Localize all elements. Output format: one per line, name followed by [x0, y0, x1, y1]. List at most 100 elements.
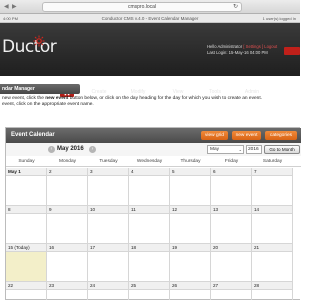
day-cell[interactable] — [252, 176, 293, 206]
current-month: May 2016 — [57, 146, 84, 152]
event-calendar-panel: Event Calendar view grid new event categ… — [5, 127, 301, 300]
day-heading[interactable]: 17 — [88, 244, 129, 252]
day-cell[interactable] — [252, 214, 293, 244]
day-cell[interactable] — [129, 252, 170, 282]
week-2-header: 8 9 10 11 12 13 14 — [6, 206, 301, 214]
day-number: 2 — [49, 169, 52, 174]
day-cell[interactable] — [88, 290, 129, 300]
day-heading[interactable]: 18 — [129, 244, 170, 252]
day-heading[interactable]: 24 — [88, 282, 129, 290]
day-heading[interactable]: 3 — [88, 168, 129, 176]
month-select[interactable]: May ⌄ — [207, 145, 244, 154]
day-heading[interactable]: 13 — [211, 206, 252, 214]
day-cell[interactable] — [211, 214, 252, 244]
day-cell[interactable] — [129, 176, 170, 206]
weekday-label: Tuesday — [99, 159, 118, 164]
day-number: 28 — [254, 283, 260, 288]
forward-icon[interactable]: ▶ — [12, 3, 17, 10]
go-to-month-button[interactable]: Go to Month — [264, 145, 300, 154]
app-header: Ductor Hello Administrator [ Settings ] … — [0, 23, 300, 97]
day-heading[interactable]: 11 — [129, 206, 170, 214]
weekday-header: Sunday Monday Tuesday Wednesday Thursday… — [6, 157, 301, 167]
day-heading[interactable]: 28 — [252, 282, 293, 290]
day-cell-today[interactable] — [6, 252, 47, 282]
settings-link[interactable]: [ Settings ] — [243, 44, 263, 49]
categories-button[interactable]: categories — [265, 131, 297, 140]
day-heading-today[interactable]: 15 (Today) — [6, 244, 47, 252]
next-month-icon[interactable]: › — [89, 146, 96, 153]
day-cell[interactable] — [129, 214, 170, 244]
day-cell[interactable] — [47, 176, 88, 206]
day-number: 22 — [8, 283, 14, 288]
page-title: ndar Manager — [0, 84, 80, 94]
day-cell[interactable] — [252, 252, 293, 282]
day-cell[interactable] — [211, 290, 252, 300]
day-cell[interactable] — [211, 252, 252, 282]
week-2-body — [6, 214, 301, 244]
day-number: 10 — [90, 207, 96, 212]
day-cell[interactable] — [170, 290, 211, 300]
day-cell[interactable] — [47, 290, 88, 300]
week-3-header: 15 (Today) 16 17 18 19 20 21 — [6, 244, 301, 252]
day-cell[interactable] — [170, 176, 211, 206]
day-heading[interactable]: 12 — [170, 206, 211, 214]
day-number: 11 — [131, 207, 136, 212]
day-cell[interactable] — [88, 176, 129, 206]
day-number: 15 (Today) — [8, 245, 30, 250]
day-cell[interactable] — [129, 290, 170, 300]
day-heading[interactable]: 25 — [129, 282, 170, 290]
day-number: 9 — [49, 207, 52, 212]
year-input[interactable]: 2016 — [246, 145, 262, 154]
day-heading[interactable]: 22 — [6, 282, 47, 290]
instructions-line1a: new event, click the — [2, 96, 46, 101]
hello-text: Hello Administrator — [207, 44, 243, 49]
back-icon[interactable]: ◀ — [4, 3, 9, 10]
month-select-value: May — [210, 147, 220, 152]
month-navigation: ‹ May 2016 › May ⌄ 2016 Go to Month — [6, 143, 301, 156]
day-heading[interactable]: 4 — [129, 168, 170, 176]
day-cell[interactable] — [88, 252, 129, 282]
day-number: 5 — [172, 169, 175, 174]
view-grid-button[interactable]: view grid — [201, 131, 228, 140]
users-logged-in: 1 user(s) logged In — [262, 16, 296, 21]
day-heading[interactable]: 19 — [170, 244, 211, 252]
day-cell[interactable] — [88, 214, 129, 244]
day-heading[interactable]: 2 — [47, 168, 88, 176]
day-cell[interactable] — [47, 252, 88, 282]
logout-link[interactable]: Logout — [264, 44, 277, 49]
header-action-button[interactable] — [284, 47, 300, 55]
day-cell[interactable] — [47, 214, 88, 244]
weekday-label: Sunday — [18, 159, 35, 164]
day-heading[interactable]: 5 — [170, 168, 211, 176]
day-cell[interactable] — [6, 214, 47, 244]
new-event-button[interactable]: new event — [232, 131, 261, 140]
day-heading[interactable]: 26 — [170, 282, 211, 290]
day-cell[interactable] — [6, 290, 47, 300]
day-cell[interactable] — [252, 290, 293, 300]
day-heading[interactable]: 7 — [252, 168, 293, 176]
prev-month-icon[interactable]: ‹ — [48, 146, 55, 153]
day-number: 16 — [49, 245, 55, 250]
reload-icon[interactable]: ↻ — [233, 3, 238, 12]
day-cell[interactable] — [6, 176, 47, 206]
day-heading[interactable]: 10 — [88, 206, 129, 214]
day-cell[interactable] — [170, 214, 211, 244]
day-heading[interactable]: 21 — [252, 244, 293, 252]
instructions-line2: event, click on the appropriate event na… — [2, 102, 94, 107]
week-1-body — [6, 176, 301, 206]
day-heading[interactable]: 23 — [47, 282, 88, 290]
day-number: 25 — [131, 283, 137, 288]
day-heading[interactable]: 27 — [211, 282, 252, 290]
day-heading[interactable]: 8 — [6, 206, 47, 214]
day-heading[interactable]: May 1 — [6, 168, 47, 176]
day-heading[interactable]: 14 — [252, 206, 293, 214]
day-cell[interactable] — [211, 176, 252, 206]
day-heading[interactable]: 20 — [211, 244, 252, 252]
day-heading[interactable]: 6 — [211, 168, 252, 176]
address-bar[interactable]: cmspro.local ↻ — [42, 2, 242, 12]
day-cell[interactable] — [170, 252, 211, 282]
week-4-header: 22 23 24 25 26 27 28 — [6, 282, 301, 290]
day-heading[interactable]: 9 — [47, 206, 88, 214]
day-heading[interactable]: 16 — [47, 244, 88, 252]
day-number: 14 — [254, 207, 260, 212]
